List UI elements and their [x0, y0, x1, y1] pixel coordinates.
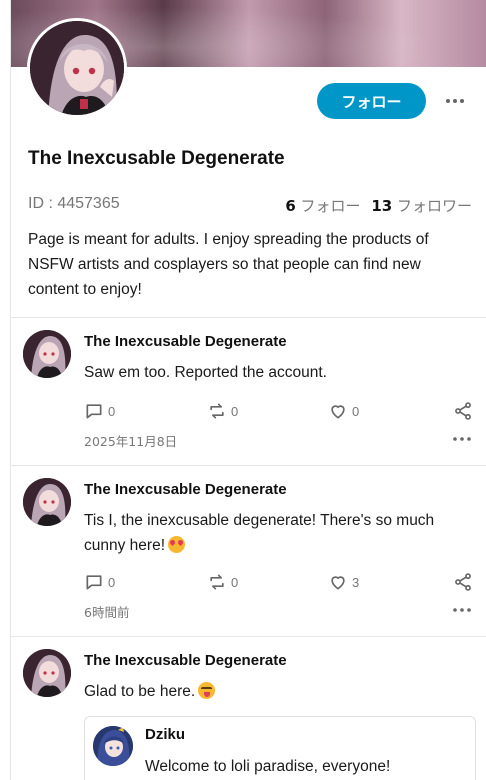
- repost-count: 0: [231, 574, 239, 590]
- share-icon: [455, 402, 471, 420]
- post-text-content: Glad to be here.: [84, 683, 196, 700]
- more-options-icon[interactable]: [443, 89, 467, 113]
- like-count: 3: [352, 574, 360, 590]
- post-author[interactable]: The Inexcusable Degenerate: [84, 333, 287, 350]
- heart-eyes-emoji-icon: [168, 536, 185, 553]
- following-label[interactable]: フォロー: [301, 197, 361, 215]
- heart-icon: [331, 576, 345, 590]
- post-avatar[interactable]: [23, 649, 71, 697]
- post-avatar[interactable]: [23, 330, 71, 378]
- post-date: 2025年11月8日: [84, 434, 178, 449]
- follow-counts: 6 フォロー 13 フォロワー: [285, 195, 472, 216]
- comment-icon: [86, 404, 102, 419]
- repost-icon: [210, 403, 224, 419]
- quoted-post-text: Welcome to loli paradise, everyone!: [145, 758, 391, 775]
- tongue-face-emoji-icon: [198, 682, 216, 699]
- share-button[interactable]: [453, 401, 473, 421]
- post-date: 6時間前: [84, 605, 130, 620]
- follow-button[interactable]: フォロー: [317, 83, 426, 119]
- post-text: Glad to be here.: [84, 679, 464, 704]
- comment-icon: [86, 575, 102, 590]
- quoted-post[interactable]: Dziku Welcome to loli paradise, everyone…: [84, 716, 476, 780]
- post-author[interactable]: The Inexcusable Degenerate: [84, 481, 287, 498]
- more-options-icon[interactable]: [451, 433, 473, 445]
- repost-button[interactable]: 0: [207, 572, 238, 592]
- post-text: Tis I, the inexcusable degenerate! There…: [84, 508, 464, 558]
- post-text-content: Tis I, the inexcusable degenerate! There…: [84, 512, 435, 554]
- reply-count: 0: [108, 574, 116, 590]
- followers-count[interactable]: 13: [371, 197, 392, 215]
- followers-label[interactable]: フォロワー: [397, 197, 472, 215]
- user-id: ID : 4457365: [28, 195, 120, 212]
- reply-count: 0: [108, 403, 116, 419]
- profile-avatar[interactable]: [27, 18, 127, 118]
- profile-bio: Page is meant for adults. I enjoy spread…: [28, 231, 429, 298]
- like-count: 0: [352, 403, 360, 419]
- reply-button[interactable]: 0: [84, 572, 115, 592]
- following-count[interactable]: 6: [285, 197, 295, 215]
- more-options-icon[interactable]: [451, 604, 473, 616]
- repost-button[interactable]: 0: [207, 401, 238, 421]
- quoted-post-avatar[interactable]: [93, 726, 133, 766]
- repost-count: 0: [231, 403, 239, 419]
- post-item[interactable]: The Inexcusable Degenerate Glad to be he…: [11, 637, 486, 780]
- like-button[interactable]: 0: [328, 401, 359, 421]
- heart-icon: [331, 405, 345, 419]
- post-item[interactable]: The Inexcusable Degenerate Tis I, the in…: [11, 466, 486, 636]
- share-button[interactable]: [453, 572, 473, 592]
- like-button[interactable]: 3: [328, 572, 359, 592]
- profile-page: フォロー The Inexcusable Degenerate ID : 445…: [10, 0, 486, 780]
- profile-name: The Inexcusable Degenerate: [28, 148, 285, 169]
- post-item[interactable]: The Inexcusable Degenerate Saw em too. R…: [11, 318, 486, 465]
- post-text: Saw em too. Reported the account.: [84, 364, 327, 381]
- post-author[interactable]: The Inexcusable Degenerate: [84, 652, 287, 669]
- repost-icon: [210, 574, 224, 590]
- reply-button[interactable]: 0: [84, 401, 115, 421]
- quoted-post-author[interactable]: Dziku: [145, 726, 185, 743]
- share-icon: [455, 573, 471, 591]
- post-avatar[interactable]: [23, 478, 71, 526]
